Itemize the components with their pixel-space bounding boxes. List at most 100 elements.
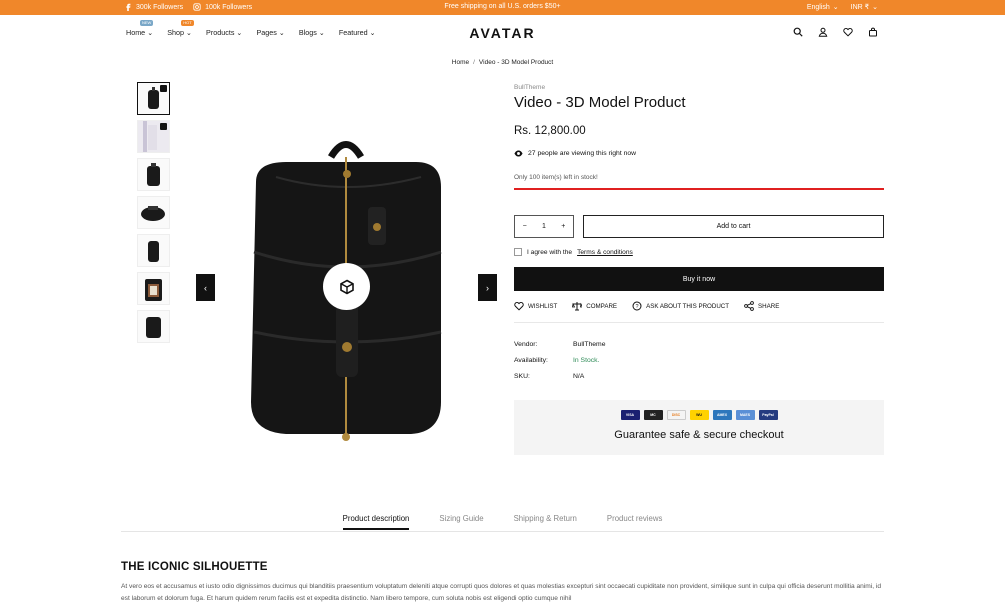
announcement-bar: 300k Followers 100k Followers Free shipp… bbox=[0, 0, 1005, 15]
svg-text:?: ? bbox=[636, 304, 639, 310]
currency-selector[interactable]: INR ₹ ⌄ bbox=[851, 3, 878, 11]
thumbnail-image[interactable] bbox=[137, 310, 170, 343]
meta-availability-row: Availability: In Stock. bbox=[514, 357, 606, 373]
thumbnail-image[interactable] bbox=[137, 158, 170, 191]
eye-icon bbox=[514, 150, 523, 157]
compare-icon bbox=[572, 302, 583, 311]
breadcrumb: Home / Video - 3D Model Product bbox=[0, 59, 1005, 66]
view-3d-model-button[interactable] bbox=[323, 263, 370, 310]
compare-label: COMPARE bbox=[586, 302, 618, 310]
cube-icon bbox=[339, 279, 354, 294]
meta-label: Vendor: bbox=[514, 341, 538, 348]
breadcrumb-current: Video - 3D Model Product bbox=[478, 59, 554, 66]
share-action[interactable]: SHARE bbox=[744, 301, 779, 311]
heart-icon[interactable] bbox=[843, 27, 853, 37]
guarantee-text: Guarantee safe & secure checkout bbox=[614, 429, 784, 441]
share-label: SHARE bbox=[758, 302, 780, 310]
amex-icon: AMEX bbox=[712, 410, 732, 420]
breadcrumb-home[interactable]: Home bbox=[452, 59, 469, 66]
description-text: At vero eos et accusamus et iusto odio d… bbox=[121, 583, 882, 602]
product-info: BullTheme Video - 3D Model Product Rs. 1… bbox=[514, 84, 884, 190]
compare-action[interactable]: COMPARE bbox=[572, 301, 617, 311]
thumbnail-image[interactable] bbox=[137, 196, 170, 229]
bag-open-thumbnail-image bbox=[145, 279, 162, 301]
discover-icon: DISC bbox=[666, 410, 686, 420]
main-product-media[interactable]: ‹ › bbox=[196, 82, 497, 492]
ask-action[interactable]: ? ASK ABOUT THIS PRODUCT bbox=[632, 301, 729, 311]
thumbnail-gallery bbox=[137, 82, 171, 348]
meta-sku-row: SKU: N/A bbox=[514, 373, 606, 389]
payment-methods: VISA MC DISC WU AMEX MAES PayPal bbox=[514, 410, 884, 420]
chevron-left-icon: ‹ bbox=[204, 282, 207, 293]
product-actions: WISHLIST COMPARE ? ASK ABOUT THIS PRODUC… bbox=[514, 301, 779, 311]
chevron-down-icon: ⌄ bbox=[832, 4, 839, 11]
maestro-icon: MAES bbox=[735, 410, 755, 420]
western-union-icon: WU bbox=[689, 410, 709, 420]
meta-vendor-row: Vendor: BullTheme bbox=[514, 341, 606, 357]
meta-vendor-value[interactable]: BullTheme bbox=[573, 341, 606, 357]
share-icon bbox=[744, 301, 754, 311]
viewers-text: 27 people are viewing this right now bbox=[528, 150, 637, 157]
previous-image-button[interactable]: ‹ bbox=[196, 274, 215, 301]
tab-shipping-return[interactable]: Shipping & Return bbox=[514, 514, 577, 530]
minus-icon[interactable]: − bbox=[523, 223, 527, 230]
wishlist-label: WISHLIST bbox=[528, 302, 558, 310]
thumbnail-video[interactable] bbox=[137, 120, 170, 153]
account-icon[interactable] bbox=[818, 27, 828, 37]
mastercard-icon: MC bbox=[643, 410, 663, 420]
product-vendor[interactable]: BullTheme bbox=[514, 84, 884, 91]
currency-label: INR ₹ bbox=[850, 4, 870, 11]
question-icon: ? bbox=[632, 301, 642, 311]
paypal-icon: PayPal bbox=[758, 410, 778, 420]
header-icons bbox=[793, 27, 878, 37]
quantity-stepper[interactable]: − 1 + bbox=[514, 215, 574, 238]
divider bbox=[514, 322, 884, 323]
tab-product-reviews[interactable]: Product reviews bbox=[607, 514, 662, 530]
chevron-down-icon: ⌄ bbox=[872, 4, 878, 11]
add-to-cart-button[interactable]: Add to cart bbox=[583, 215, 884, 238]
stock-text: Only 100 item(s) left in stock! bbox=[514, 174, 598, 181]
secure-checkout-box: VISA MC DISC WU AMEX MAES PayPal Guarant… bbox=[514, 400, 884, 455]
tab-product-description[interactable]: Product description bbox=[342, 514, 410, 530]
meta-label: SKU: bbox=[514, 373, 530, 380]
language-selector[interactable]: English ⌄ bbox=[807, 3, 839, 12]
next-image-button[interactable]: › bbox=[478, 274, 497, 301]
plus-icon[interactable]: + bbox=[561, 223, 565, 230]
tab-divider bbox=[121, 531, 884, 532]
site-header: NEW Home ⌄ HOT Shop ⌄ Products ⌄ Pages ⌄ Blo… bbox=[0, 15, 1005, 53]
bag-thumbnail-image bbox=[148, 241, 159, 262]
meta-availability-value: In Stock. bbox=[573, 357, 600, 364]
terms-checkbox[interactable] bbox=[514, 248, 522, 256]
bag-thumbnail-image bbox=[146, 317, 161, 338]
thumbnail-image[interactable] bbox=[137, 234, 170, 267]
product-tabs: Product description Sizing Guide Shippin… bbox=[121, 512, 884, 532]
agree-label: I agree with the bbox=[527, 248, 573, 256]
meta-label: Availability: bbox=[514, 357, 548, 364]
breadcrumb-separator: / bbox=[473, 59, 475, 66]
stock-progress-bar bbox=[514, 188, 884, 190]
chevron-right-icon: › bbox=[486, 282, 489, 293]
tab-sizing-guide[interactable]: Sizing Guide bbox=[439, 514, 483, 530]
3d-model-badge-icon bbox=[160, 85, 167, 92]
wishlist-action[interactable]: WISHLIST bbox=[514, 301, 557, 311]
thumbnail-image[interactable] bbox=[137, 272, 170, 305]
visa-icon: VISA bbox=[620, 410, 640, 420]
thumbnail-3d-model[interactable] bbox=[137, 82, 170, 115]
heart-icon bbox=[514, 302, 524, 311]
search-icon[interactable] bbox=[793, 27, 803, 37]
product-meta: Vendor: BullTheme Availability: In Stock… bbox=[514, 341, 606, 389]
video-badge-icon bbox=[160, 123, 167, 130]
viewers-count: 27 people are viewing this right now bbox=[514, 149, 884, 158]
terms-link[interactable]: Terms & conditions bbox=[577, 249, 633, 256]
locale-selectors: English ⌄ INR ₹ ⌄ bbox=[807, 3, 878, 12]
bag-thumbnail-image bbox=[141, 206, 165, 221]
buy-now-button[interactable]: Buy it now bbox=[514, 267, 884, 291]
cart-icon[interactable] bbox=[868, 27, 878, 37]
product-price: Rs. 12,800.00 bbox=[514, 125, 586, 137]
ask-label: ASK ABOUT THIS PRODUCT bbox=[646, 302, 730, 310]
add-to-cart-row: − 1 + Add to cart bbox=[514, 215, 884, 238]
quantity-value[interactable]: 1 bbox=[542, 223, 546, 230]
meta-sku-value: N/A bbox=[573, 373, 585, 380]
tab-list: Product description Sizing Guide Shippin… bbox=[121, 514, 884, 530]
terms-agreement: I agree with the Terms & conditions bbox=[514, 248, 633, 256]
